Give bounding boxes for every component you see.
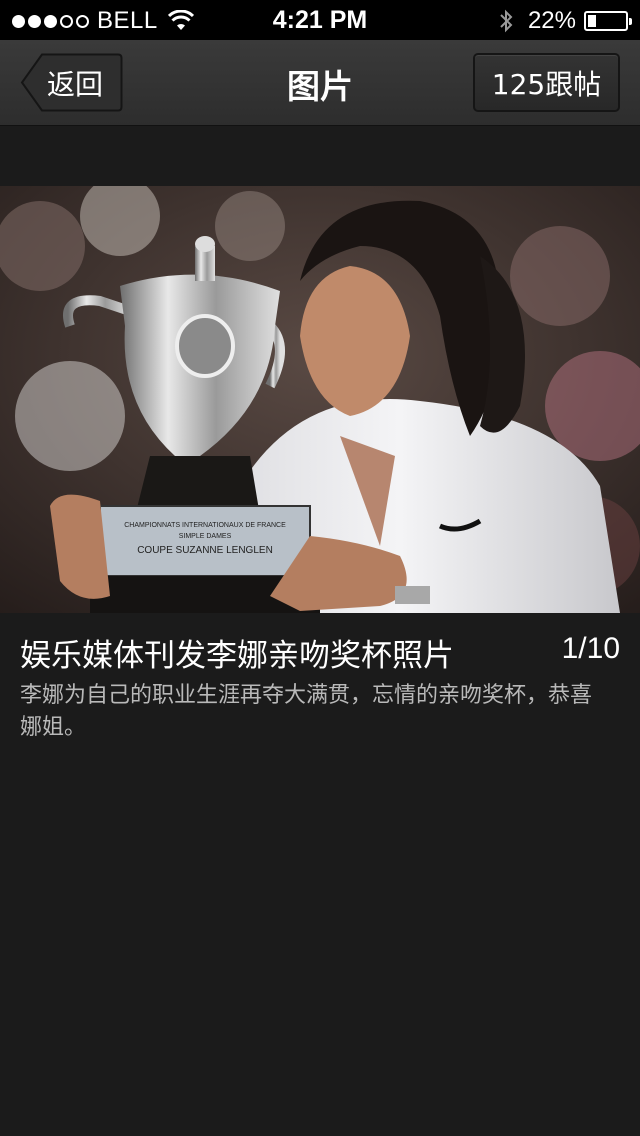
gallery-photo[interactable]: CHAMPIONNATS INTERNATIONAUX DE FRANCE SI… [0,186,640,613]
plaque-line2: SIMPLE DAMES [179,533,232,540]
battery-level-fill [588,15,596,27]
navigation-bar: 返回 图片 125跟帖 [0,40,640,126]
photo-caption-description: 李娜为自己的职业生涯再夺大满贯，忘情的亲吻奖杯，恭喜娜姐。 [20,683,593,740]
battery-tip [629,18,632,25]
plaque-line1: CHAMPIONNATS INTERNATIONAUX DE FRANCE [124,522,286,529]
status-right: 22% [498,7,632,35]
photo-image: CHAMPIONNATS INTERNATIONAUX DE FRANCE SI… [0,186,640,613]
battery-percent: 22% [527,7,576,34]
bluetooth-icon [500,9,513,33]
comments-button[interactable]: 125跟帖 [473,53,620,112]
status-bar: BELL 4:21 PM 22% [0,0,640,40]
photo-page-counter: 1/10 [561,632,620,665]
comments-button-label: 125跟帖 [491,67,602,101]
photo-caption-title: 娱乐媒体刊发李娜亲吻奖杯照片 [20,638,454,674]
plaque-line3: COUPE SUZANNE LENGLEN [137,545,273,556]
battery-icon [584,11,632,31]
